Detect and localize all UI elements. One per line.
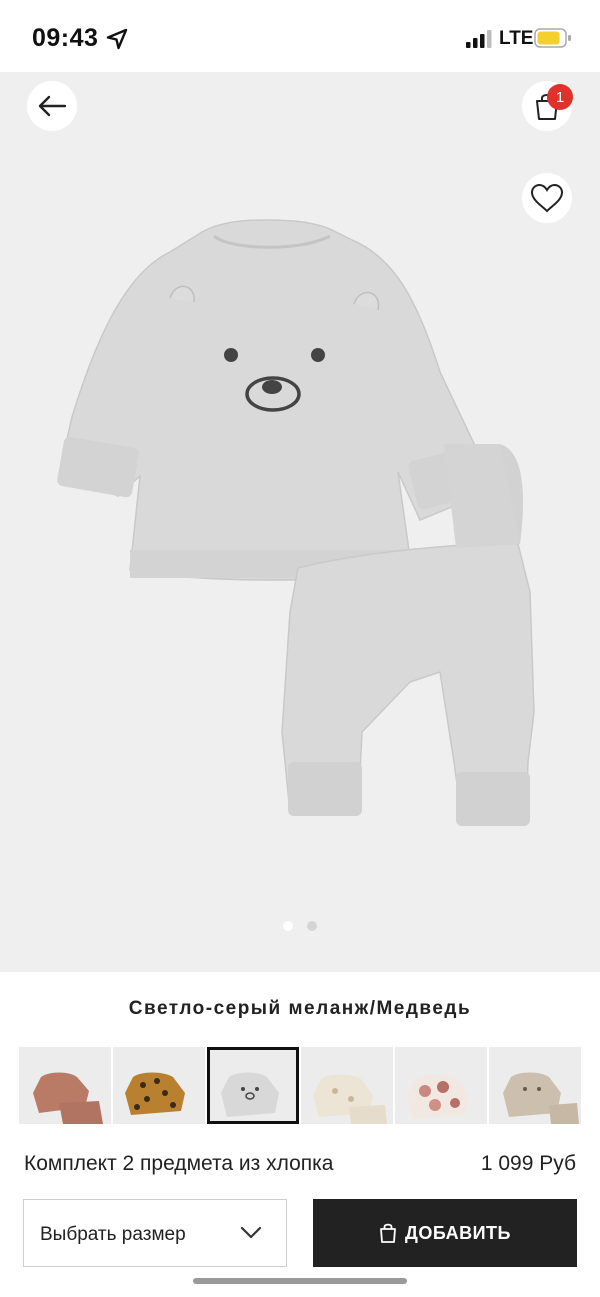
shopping-bag-icon bbox=[380, 1223, 396, 1243]
add-to-cart-label: ДОБАВИТЬ bbox=[405, 1222, 511, 1243]
back-button[interactable] bbox=[27, 81, 77, 131]
product-image-gallery[interactable]: 1 bbox=[0, 72, 600, 972]
back-arrow-icon bbox=[38, 95, 67, 117]
battery-icon bbox=[534, 28, 571, 48]
add-to-cart-button[interactable]: ДОБАВИТЬ bbox=[313, 1199, 577, 1267]
favorite-button[interactable] bbox=[522, 173, 572, 223]
product-name: Комплект 2 предмета из хлопка bbox=[24, 1152, 334, 1175]
product-photo bbox=[57, 219, 535, 826]
pagination-dot[interactable] bbox=[307, 921, 317, 931]
network-label: LTE bbox=[499, 28, 534, 49]
color-name: Светло-серый меланж/Медведь bbox=[128, 998, 472, 1019]
product-price: 1 099 Руб bbox=[480, 1152, 576, 1175]
location-arrow-icon bbox=[106, 28, 128, 50]
size-select[interactable]: Выбрать размер bbox=[23, 1199, 287, 1267]
status-time: 09:43 bbox=[32, 24, 99, 52]
status-bar: 09:43 LTE bbox=[0, 0, 600, 72]
swatch-beige-bear[interactable] bbox=[489, 1047, 581, 1124]
chevron-down-icon bbox=[240, 1226, 262, 1239]
swatch-light-grey-bear[interactable] bbox=[207, 1047, 299, 1124]
home-indicator bbox=[193, 1278, 407, 1284]
gallery-pagination bbox=[0, 921, 600, 931]
size-select-label: Выбрать размер bbox=[40, 1224, 186, 1245]
cart-count-badge: 1 bbox=[547, 84, 573, 110]
swatch-floral[interactable] bbox=[395, 1047, 487, 1124]
pagination-dot[interactable] bbox=[283, 921, 293, 931]
signal-icon bbox=[466, 30, 492, 48]
swatch-cream-print[interactable] bbox=[301, 1047, 393, 1124]
swatch-terracotta[interactable] bbox=[19, 1047, 111, 1124]
color-swatches bbox=[19, 1047, 581, 1124]
heart-icon bbox=[530, 183, 564, 213]
swatch-mustard-dots[interactable] bbox=[113, 1047, 205, 1124]
